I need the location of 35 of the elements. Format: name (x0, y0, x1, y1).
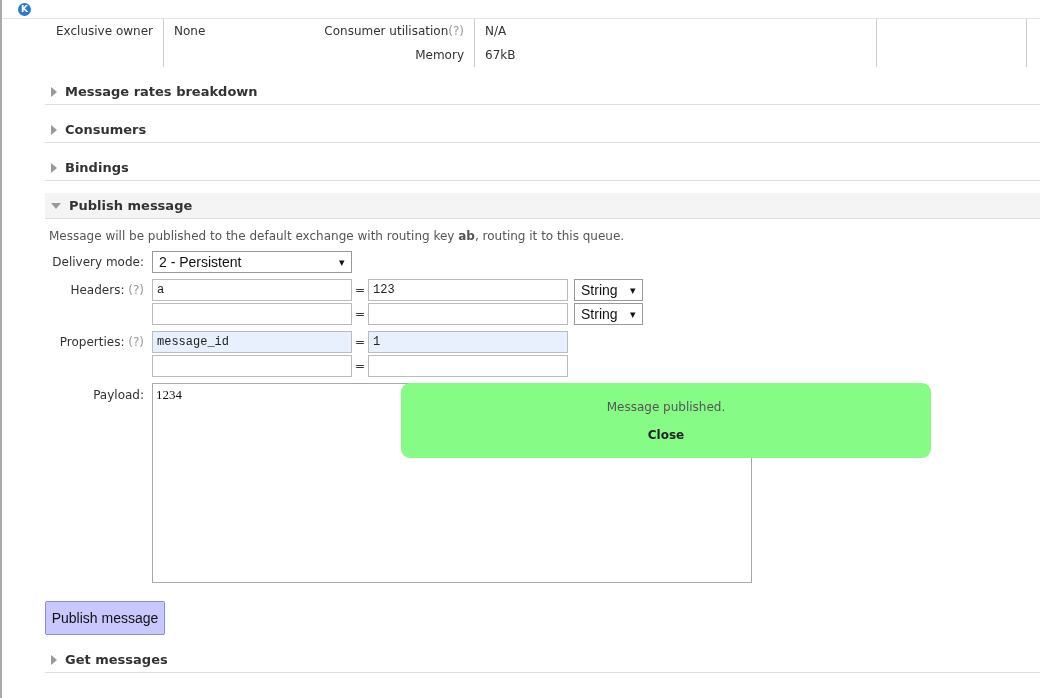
property-value-field[interactable]: 1 (368, 331, 568, 353)
delivery-mode-dropdown[interactable]: 2 - Persistent ▾ (152, 251, 352, 273)
property-value-field[interactable] (368, 355, 568, 377)
field-label: Payload: (92, 387, 145, 404)
property-key-field[interactable]: message_id (152, 331, 352, 353)
publish-button[interactable]: Publish message (45, 601, 165, 635)
equals-sign: = (353, 335, 367, 349)
app-logo-icon: K (18, 2, 31, 16)
header-value-field[interactable] (368, 303, 568, 325)
section-header[interactable]: Publish message (45, 193, 1040, 219)
info-text: Message will be published to the default exchange with routing key ab, routing it to this queue. (49, 229, 626, 243)
type-dropdown[interactable]: String ▾ (574, 303, 643, 325)
equals-sign: = (353, 307, 367, 321)
field-label: Consumer utilisation(?) (274, 19, 475, 43)
section-header[interactable]: Message rates breakdown (45, 79, 1040, 105)
field-label: Delivery mode: (51, 254, 145, 271)
header-value-field[interactable]: 123 (368, 279, 568, 301)
header-key-field[interactable] (152, 303, 352, 325)
type-dropdown[interactable]: String ▾ (574, 279, 643, 301)
field-label: Properties: (?) (58, 334, 145, 351)
field-value: N/A (484, 23, 508, 40)
field-label: Memory (274, 43, 475, 67)
equals-sign: = (353, 283, 367, 297)
equals-sign: = (353, 359, 367, 373)
field-value: 67kB (484, 47, 517, 64)
section-header[interactable]: Consumers (45, 117, 1040, 143)
field-label: Headers: (?) (69, 282, 145, 299)
close-link[interactable]: Close (647, 427, 685, 442)
field-label: Exclusive owner (45, 19, 164, 43)
section-header[interactable]: Get messages (45, 647, 1040, 673)
section-header[interactable]: Bindings (45, 155, 1040, 181)
property-key-field[interactable] (152, 355, 352, 377)
toast-message: Message published. (606, 399, 726, 414)
header-key-field[interactable]: a (152, 279, 352, 301)
field-value: None (173, 23, 207, 40)
